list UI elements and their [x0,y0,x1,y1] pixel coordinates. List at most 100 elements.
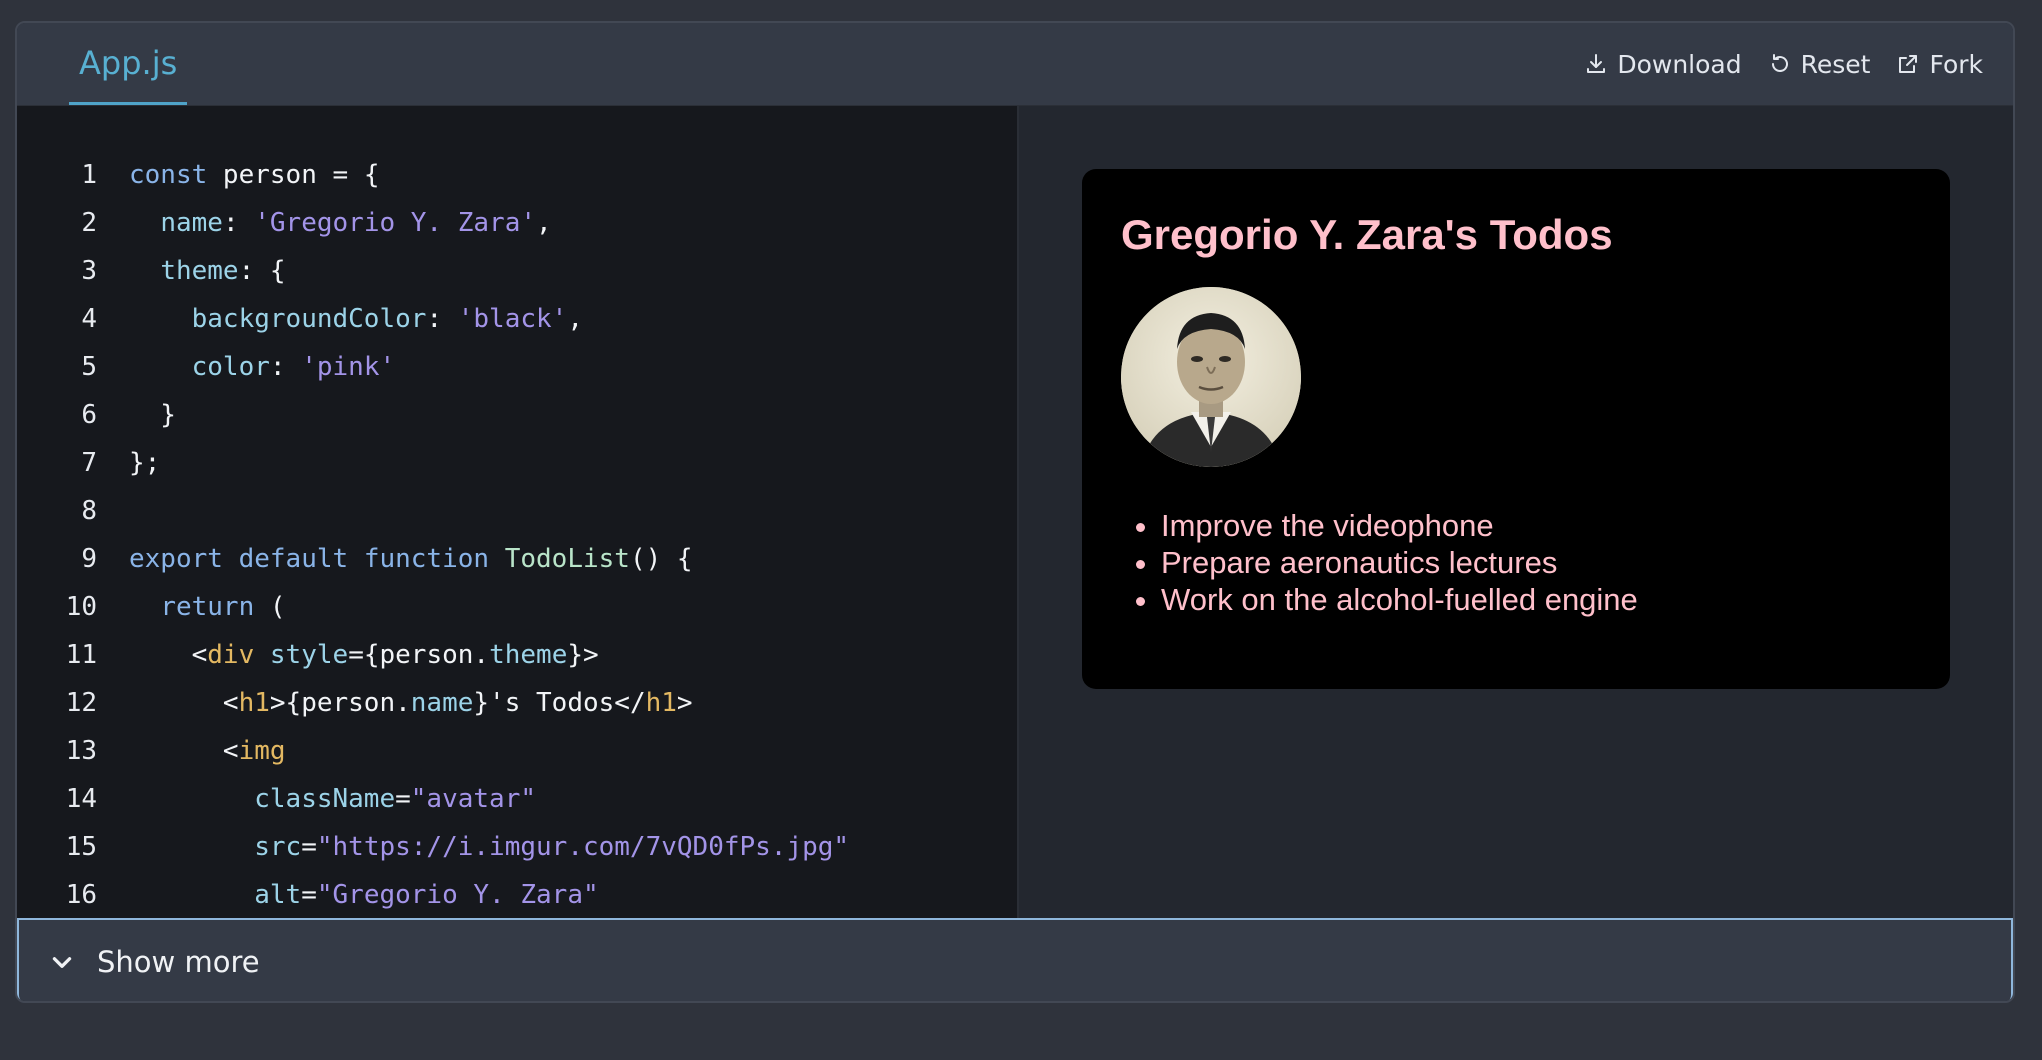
code-token: 'pink' [301,352,396,382]
code-token: div [207,640,255,670]
code-token: name [410,688,474,718]
todo-item: Prepare aeronautics lectures [1161,544,1638,581]
tab-app-js[interactable]: App.js [69,23,188,105]
code-token: 'Gregorio Y. Zara' [254,208,537,238]
code-token: ( [254,592,286,622]
code-line: 11 <div style={person.theme}> [17,631,849,679]
line-number: 15 [65,832,97,862]
code-token: className [254,784,396,814]
reset-label: Reset [1800,49,1871,79]
code-line: 15 src="https://i.imgur.com/7vQD0fPs.jpg… [17,823,849,871]
code-line: 7}; [17,439,849,487]
code-line: 12 <h1>{person.name}'s Todos</h1> [17,679,849,727]
reset-icon [1771,54,1788,72]
code-text: const person = { [129,151,379,199]
preview-card: Gregorio Y. Zara's Todos • Improve the v… [1082,169,1950,689]
code-token: = [395,784,411,814]
code-token: >{person. [269,688,411,718]
code-text: <h1>{person.name}'s Todos</h1> [129,679,693,727]
line-number: 13 [65,736,97,766]
line-number: 11 [65,640,97,670]
fork-label: Fork [1929,49,1983,79]
code-token: default [238,544,349,574]
external-link-icon [1899,55,1918,73]
toolbar: Download Reset Fork [1584,23,1983,105]
code-line: 13 <img [17,727,849,775]
code-token: < [129,736,239,766]
code-token: , [536,208,552,238]
code-token: = [301,880,317,910]
code-token: : [269,352,302,382]
code-text: alt="Gregorio Y. Zara" [129,871,598,918]
show-more-label: Show more [97,944,260,979]
line-number: 8 [81,496,97,526]
code-line: 8 [17,487,849,535]
code-token: }'s Todos</ [473,688,646,718]
avatar [1121,287,1301,467]
line-number: 4 [81,304,97,334]
code-token: name [160,208,223,238]
todo-item: Work on the alcohol-fuelled engine [1161,581,1638,618]
download-icon [1587,54,1606,73]
line-number: 2 [81,208,97,238]
download-button[interactable]: Download [1584,49,1742,79]
download-label: Download [1617,49,1742,79]
code-token: () { [629,544,693,574]
code-token: h1 [238,688,270,718]
code-lines: 1 const person = { 2 name: 'Gregorio Y. Za… [17,151,849,918]
code-text: theme: { [129,247,285,295]
line-number: 6 [81,400,97,430]
line-number: 14 [65,784,97,814]
todos-heading: Gregorio Y. Zara's Todos [1121,211,1613,258]
code-token: theme [160,256,239,286]
code-token: person = { [207,160,380,190]
code-token: export [129,544,223,574]
code-token: > [676,688,693,718]
code-token: = [301,832,317,862]
code-line: 1 const person = { [17,151,849,199]
todo-item: Improve the videophone [1161,507,1638,544]
code-text: src="https://i.imgur.com/7vQD0fPs.jpg" [129,823,849,871]
reset-button[interactable]: Reset [1768,49,1871,79]
sandbox-header: App.js Download Reset Fork [17,23,2013,106]
code-line: 6 } [17,391,849,439]
code-text: <div style={person.theme}> [129,631,599,679]
code-token: TodoList [504,544,630,574]
code-token: "avatar" [410,784,537,814]
code-line: 10 return ( [17,583,849,631]
code-token: src [254,832,302,862]
code-token: h1 [645,688,677,718]
code-token: backgroundColor [191,304,427,334]
code-token: const [129,160,208,190]
avatar-portrait [1121,287,1301,467]
code-sandbox: App.js Download Reset Fork 1 const perso… [15,21,2015,1003]
code-token: : [426,304,458,334]
code-line: 16 alt="Gregorio Y. Zara" [17,871,849,918]
code-token: ={person. [348,640,490,670]
code-token: < [129,688,239,718]
code-token: "https://i.imgur.com/7vQD0fPs.jpg" [316,832,850,862]
code-token: alt [254,880,302,910]
preview-pane: Gregorio Y. Zara's Todos • Improve the v… [1019,106,2013,918]
code-text: export default function TodoList() { [129,535,693,583]
show-more-button[interactable]: Show more [17,918,2013,1001]
line-number: 5 [81,352,97,382]
line-number: 16 [65,880,97,910]
fork-button[interactable]: Fork [1896,50,1983,79]
code-text: name: 'Gregorio Y. Zara', [129,199,552,247]
code-text: color: 'pink' [129,343,396,391]
line-number: 3 [81,256,97,286]
line-number: 1 [81,160,97,190]
code-text: <img [129,727,286,775]
code-editor[interactable]: 1 const person = { 2 name: 'Gregorio Y. Za… [17,106,1019,918]
code-token: 'black' [457,304,568,334]
